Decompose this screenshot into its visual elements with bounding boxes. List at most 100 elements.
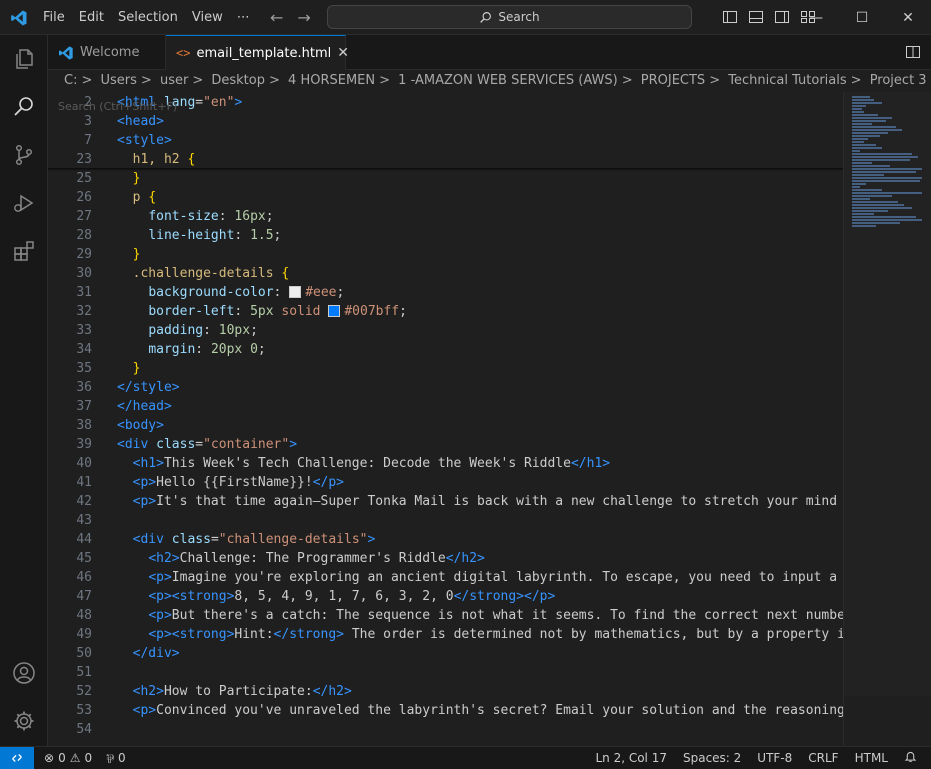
toggle-panel-icon[interactable]	[748, 9, 764, 25]
minimap-line	[852, 144, 876, 146]
code-line[interactable]: 32 border-left: 5px solid #007bff;	[48, 302, 843, 321]
code-line[interactable]: 42 <p>It's that time again—Super Tonka M…	[48, 492, 843, 511]
code-line[interactable]: 37 </head>	[48, 397, 843, 416]
chevron-right-icon: >	[709, 73, 721, 88]
close-tab-icon[interactable]: ✕	[337, 45, 349, 61]
back-arrow-icon[interactable]: ←	[270, 8, 283, 27]
language-mode[interactable]: HTML	[855, 751, 888, 765]
indentation[interactable]: Spaces: 2	[683, 751, 741, 765]
minimap-line	[852, 207, 912, 209]
code-line[interactable]: 33 padding: 10px;	[48, 321, 843, 340]
minimap-line	[852, 201, 898, 203]
manage-gear-icon[interactable]	[0, 697, 48, 745]
search-icon	[480, 11, 492, 23]
run-debug-icon[interactable]	[0, 179, 48, 227]
command-center-search[interactable]: Search	[327, 5, 692, 29]
minimap[interactable]	[843, 92, 931, 746]
extensions-icon[interactable]	[0, 227, 48, 275]
cursor-position[interactable]: Ln 2, Col 17	[595, 751, 667, 765]
code-line[interactable]: 30 .challenge-details {	[48, 264, 843, 283]
split-editor-icon[interactable]	[905, 44, 921, 60]
breadcrumb-item[interactable]: Desktop	[211, 73, 265, 88]
code-line[interactable]: 23 h1, h2 {	[48, 150, 843, 169]
toggle-primary-sidebar-icon[interactable]	[722, 9, 738, 25]
code-line[interactable]: 28 line-height: 1.5;	[48, 226, 843, 245]
minimap-line	[852, 102, 882, 104]
menu-selection[interactable]: Selection	[111, 10, 185, 25]
code-line[interactable]: 47 <p><strong>8, 5, 4, 9, 1, 7, 6, 3, 2,…	[48, 587, 843, 606]
accounts-icon[interactable]	[0, 649, 48, 697]
tab-email-template-label: email_template.html	[196, 45, 332, 61]
breadcrumb-item[interactable]: 4 HORSEMEN	[288, 73, 375, 88]
code-line[interactable]: 39 <div class="container">	[48, 435, 843, 454]
code-line[interactable]: 43	[48, 511, 843, 530]
code-line[interactable]: 53 <p>Convinced you've unraveled the lab…	[48, 701, 843, 720]
code-text: <head>	[117, 114, 164, 129]
code-line[interactable]: 54	[48, 720, 843, 739]
code-line[interactable]: 7 <style>	[48, 131, 843, 150]
notifications-bell-icon[interactable]	[904, 750, 917, 766]
explorer-icon[interactable]	[0, 35, 48, 83]
breadcrumb-item[interactable]: 1 -AMAZON WEB SERVICES (AWS)	[398, 73, 618, 88]
problems-indicator[interactable]: ⊗ 0 ⚠ 0	[44, 751, 92, 765]
code-line[interactable]: 38 <body>	[48, 416, 843, 435]
code-text: line-height: 1.5;	[148, 228, 282, 243]
line-number: 42	[76, 494, 92, 509]
breadcrumb-item[interactable]: Technical Tutorials	[728, 73, 846, 88]
ports-indicator[interactable]: ⅌ 0	[106, 750, 126, 767]
minimap-line	[852, 204, 904, 206]
menu-more[interactable]: ⋯	[230, 10, 257, 25]
minimap-line	[852, 156, 918, 158]
maximize-icon[interactable]: ☐	[839, 0, 885, 35]
code-line[interactable]: 48 <p>But there's a catch: The sequence …	[48, 606, 843, 625]
menu-file[interactable]: File	[36, 10, 72, 25]
code-line[interactable]: 36 </style>	[48, 378, 843, 397]
window-controls: — ☐ ✕	[793, 0, 931, 35]
minimize-icon[interactable]: —	[793, 0, 839, 35]
code-text: padding: 10px;	[148, 323, 258, 338]
code-line[interactable]: 26 p {	[48, 188, 843, 207]
code-line[interactable]: 50 </div>	[48, 644, 843, 663]
code-line[interactable]: 45 <h2>Challenge: The Programmer's Riddl…	[48, 549, 843, 568]
code-line[interactable]: 40 <h1>This Week's Tech Challenge: Decod…	[48, 454, 843, 473]
breadcrumb-item[interactable]: user	[160, 73, 188, 88]
forward-arrow-icon[interactable]: →	[297, 8, 310, 27]
tab-email-template[interactable]: <> email_template.html ✕	[166, 35, 349, 70]
breadcrumb-item[interactable]: PROJECTS	[641, 73, 705, 88]
code-text: <p><strong>Hint:</strong> The order is d…	[148, 627, 843, 642]
code-editor[interactable]: 2 <html lang="en"> 3 <head> 7 <style> 23 h1, h…	[48, 92, 843, 746]
code-line[interactable]: 29 }	[48, 245, 843, 264]
breadcrumb-item[interactable]: C:	[64, 73, 77, 88]
toggle-secondary-sidebar-icon[interactable]	[774, 9, 790, 25]
code-line[interactable]: 34 margin: 20px 0;	[48, 340, 843, 359]
code-line[interactable]: 52 <h2>How to Participate:</h2>	[48, 682, 843, 701]
minimap-line	[852, 177, 922, 179]
error-icon: ⊗	[44, 751, 55, 765]
breadcrumb-item[interactable]: Project 3 [Serverless Email Marke	[870, 73, 931, 88]
line-number: 36	[76, 380, 92, 395]
code-line[interactable]: 44 <div class="challenge-details">	[48, 530, 843, 549]
code-text: }	[132, 361, 141, 376]
code-line[interactable]: 35 }	[48, 359, 843, 378]
encoding[interactable]: UTF-8	[757, 751, 792, 765]
code-text: margin: 20px 0;	[148, 342, 266, 357]
code-line[interactable]: 3 <head>	[48, 112, 843, 131]
code-line[interactable]: 41 <p>Hello {{FirstName}}!</p>	[48, 473, 843, 492]
search-sidebar-icon[interactable]	[0, 83, 48, 131]
line-ending[interactable]: CRLF	[808, 751, 838, 765]
code-line[interactable]: 25 }	[48, 169, 843, 188]
remote-indicator-icon[interactable]	[0, 747, 34, 769]
minimap-line	[852, 222, 900, 224]
close-window-icon[interactable]: ✕	[885, 0, 931, 35]
code-line[interactable]: 51	[48, 663, 843, 682]
code-line[interactable]: 31 background-color: #eee;	[48, 283, 843, 302]
code-line[interactable]: 46 <p>Imagine you're exploring an ancien…	[48, 568, 843, 587]
menu-edit[interactable]: Edit	[72, 10, 111, 25]
menu-view[interactable]: View	[185, 10, 230, 25]
breadcrumb-item[interactable]: Users	[101, 73, 137, 88]
code-text: </div>	[132, 646, 180, 661]
tab-welcome[interactable]: Welcome	[48, 35, 166, 70]
code-line[interactable]: 27 font-size: 16px;	[48, 207, 843, 226]
code-line[interactable]: 49 <p><strong>Hint:</strong> The order i…	[48, 625, 843, 644]
source-control-icon[interactable]	[0, 131, 48, 179]
